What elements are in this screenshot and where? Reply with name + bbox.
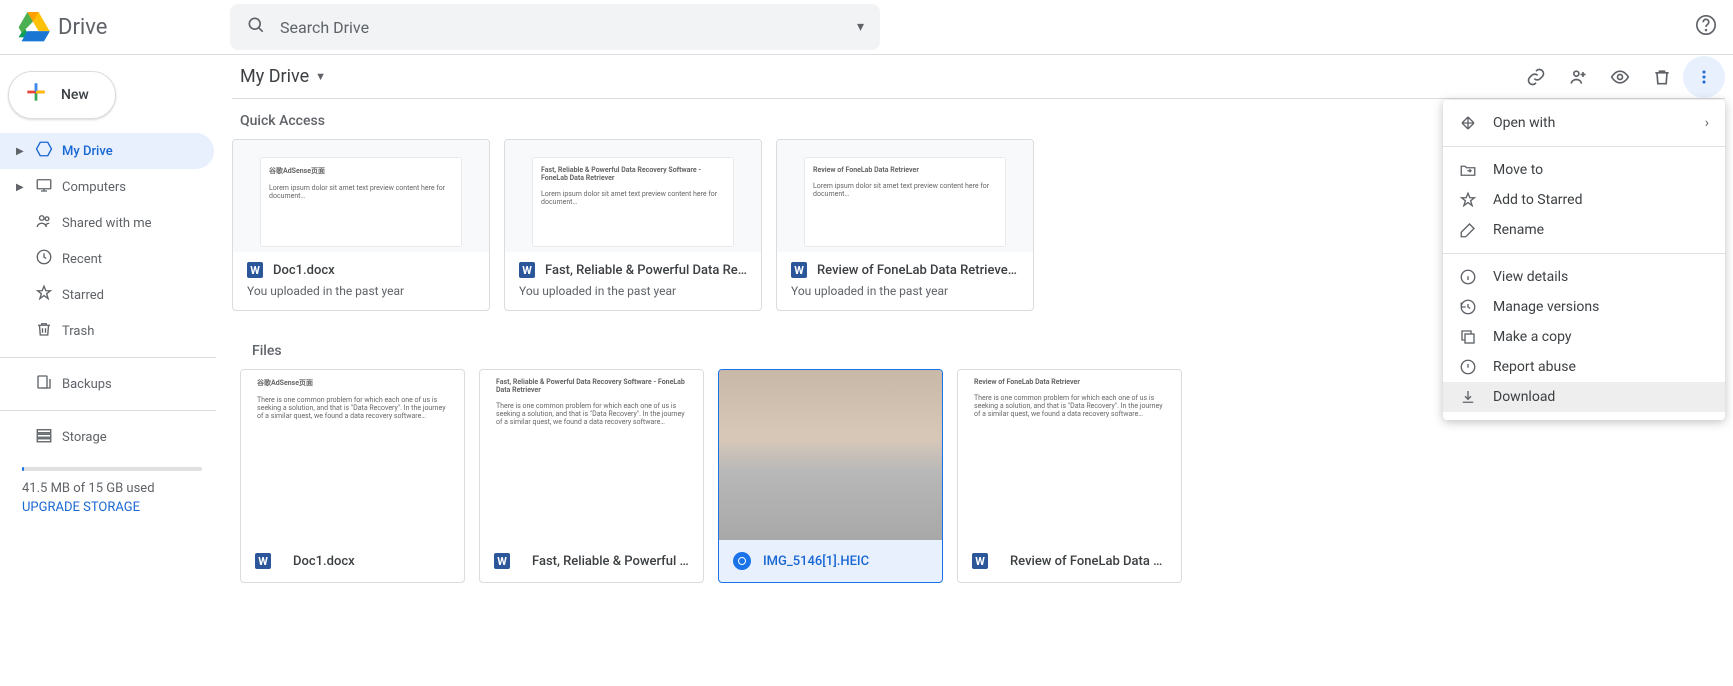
help-icon[interactable]	[1695, 14, 1717, 40]
file-thumbnail: Fast, Reliable & Powerful Data Recovery …	[505, 140, 761, 252]
share-button[interactable]	[1557, 56, 1599, 98]
file-subtitle: You uploaded in the past year	[519, 284, 747, 298]
app-name: Drive	[58, 15, 107, 40]
file-thumbnail: 谷歌AdSense页面There is one common problem f…	[241, 370, 464, 540]
computers-icon	[35, 176, 53, 198]
file-thumbnail: 谷歌AdSense页面Lorem ipsum dolor sit amet te…	[233, 140, 489, 252]
file-name: Doc1.docx	[293, 554, 355, 569]
nav-recent[interactable]: Recent	[0, 241, 214, 277]
download-icon	[1459, 388, 1487, 406]
sidebar: New ▶ My Drive ▶ Computers Shared with m…	[0, 55, 224, 583]
menu-make-copy[interactable]: Make a copy	[1443, 322, 1725, 352]
report-icon	[1459, 358, 1487, 376]
upgrade-storage-link[interactable]: UPGRADE STORAGE	[22, 500, 202, 515]
word-file-icon: W	[972, 553, 988, 569]
file-name: IMG_5146[1].HEIC	[763, 554, 869, 569]
remove-button[interactable]	[1641, 56, 1683, 98]
file-card[interactable]: Review of FoneLab Data RetrieverThere is…	[957, 369, 1182, 583]
storage-used-text: 41.5 MB of 15 GB used	[22, 481, 202, 496]
file-thumbnail	[719, 370, 942, 540]
file-card[interactable]: Fast, Reliable & Powerful Data Recovery …	[479, 369, 704, 583]
quick-access-card[interactable]: Review of FoneLab Data RetrieverLorem ip…	[776, 139, 1034, 311]
menu-rename[interactable]: Rename	[1443, 215, 1725, 245]
info-icon	[1459, 268, 1487, 286]
dropdown-caret-icon: ▼	[315, 70, 326, 83]
nav-shared[interactable]: Shared with me	[0, 205, 214, 241]
quick-access-card[interactable]: 谷歌AdSense页面Lorem ipsum dolor sit amet te…	[232, 139, 490, 311]
rename-icon	[1459, 221, 1487, 239]
move-to-icon	[1459, 161, 1487, 179]
starred-icon	[35, 284, 53, 306]
my-drive-icon	[35, 140, 53, 162]
menu-open-with[interactable]: Open with ›	[1443, 108, 1725, 138]
get-link-button[interactable]	[1515, 56, 1557, 98]
storage-progress	[22, 467, 202, 471]
trash-icon	[35, 320, 53, 342]
backups-icon	[35, 373, 53, 395]
file-name: Review of FoneLab Data Re...	[1010, 554, 1167, 569]
menu-add-starred[interactable]: Add to Starred	[1443, 185, 1725, 215]
file-card[interactable]: IMG_5146[1].HEIC	[718, 369, 943, 583]
new-button-label: New	[61, 87, 89, 103]
search-icon	[246, 15, 266, 39]
nav-my-drive[interactable]: ▶ My Drive	[0, 133, 214, 169]
copy-icon	[1459, 328, 1487, 346]
context-menu: Open with › Move to Add to Starred Renam…	[1443, 100, 1725, 420]
open-with-icon	[1459, 114, 1487, 132]
nav-starred[interactable]: Starred	[0, 277, 214, 313]
versions-icon	[1459, 298, 1487, 316]
word-file-icon: W	[247, 262, 263, 278]
menu-manage-versions[interactable]: Manage versions	[1443, 292, 1725, 322]
search-placeholder: Search Drive	[280, 18, 857, 37]
word-file-icon: W	[494, 553, 510, 569]
menu-view-details[interactable]: View details	[1443, 262, 1725, 292]
nav-storage[interactable]: Storage	[0, 419, 214, 455]
word-file-icon: W	[255, 553, 271, 569]
expand-icon[interactable]: ▶	[16, 182, 26, 193]
file-title: Doc1.docx	[273, 263, 335, 278]
nav-trash[interactable]: Trash	[0, 313, 214, 349]
file-subtitle: You uploaded in the past year	[791, 284, 1019, 298]
word-file-icon: W	[519, 262, 535, 278]
recent-icon	[35, 248, 53, 270]
menu-move-to[interactable]: Move to	[1443, 155, 1725, 185]
star-icon	[1459, 191, 1487, 209]
submenu-arrow-icon: ›	[1705, 115, 1709, 131]
image-file-icon	[733, 552, 751, 570]
file-name: Fast, Reliable & Powerful D...	[532, 554, 689, 569]
more-actions-button[interactable]	[1683, 56, 1725, 98]
file-title: Fast, Reliable & Powerful Data Recov...	[545, 263, 747, 278]
search-bar[interactable]: Search Drive ▾	[230, 4, 880, 50]
word-file-icon: W	[791, 262, 807, 278]
file-thumbnail: Review of FoneLab Data RetrieverThere is…	[958, 370, 1181, 540]
breadcrumb[interactable]: My Drive ▼	[232, 66, 326, 87]
file-subtitle: You uploaded in the past year	[247, 284, 475, 298]
file-card[interactable]: 谷歌AdSense页面There is one common problem f…	[240, 369, 465, 583]
menu-report-abuse[interactable]: Report abuse	[1443, 352, 1725, 382]
nav-backups[interactable]: Backups	[0, 366, 214, 402]
file-title: Review of FoneLab Data Retriever - t...	[817, 263, 1019, 278]
logo-area[interactable]: Drive	[16, 12, 230, 42]
nav-computers[interactable]: ▶ Computers	[0, 169, 214, 205]
menu-download[interactable]: Download	[1443, 382, 1725, 412]
file-thumbnail: Review of FoneLab Data RetrieverLorem ip…	[777, 140, 1033, 252]
file-thumbnail: Fast, Reliable & Powerful Data Recovery …	[480, 370, 703, 540]
new-button[interactable]: New	[8, 71, 116, 119]
quick-access-card[interactable]: Fast, Reliable & Powerful Data Recovery …	[504, 139, 762, 311]
shared-icon	[35, 212, 53, 234]
preview-button[interactable]	[1599, 56, 1641, 98]
plus-icon	[23, 79, 49, 111]
storage-icon	[35, 426, 53, 448]
drive-logo-icon	[16, 12, 50, 42]
search-dropdown-icon[interactable]: ▾	[857, 19, 864, 35]
expand-icon[interactable]: ▶	[16, 146, 26, 157]
breadcrumb-current: My Drive	[240, 66, 309, 87]
